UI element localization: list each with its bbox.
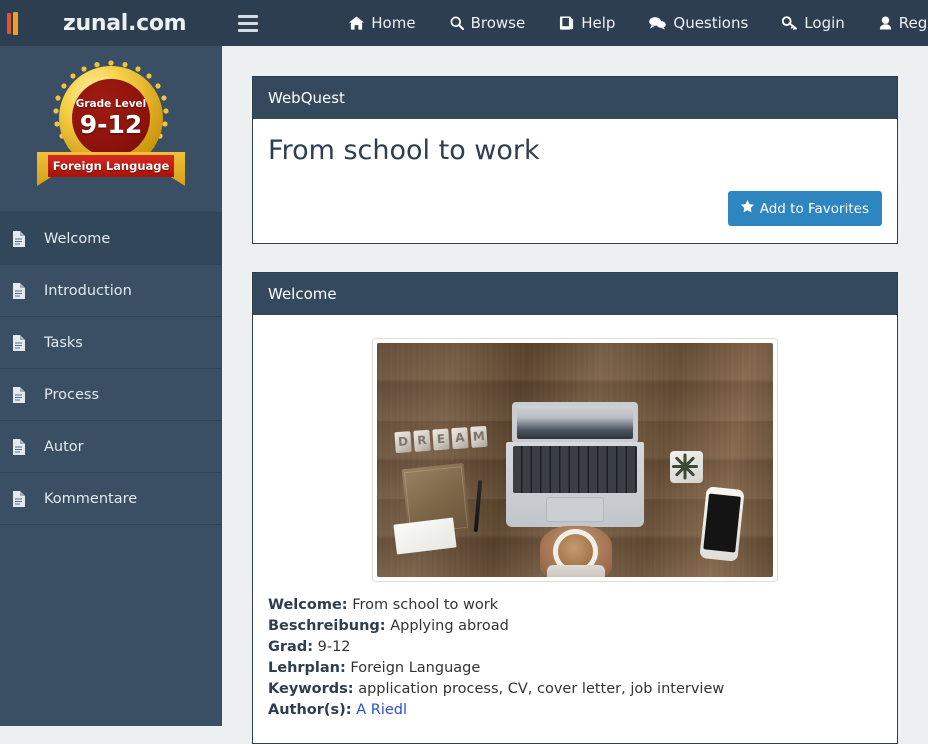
file-icon: [12, 386, 38, 403]
nav-item-questions-label: Questions: [673, 14, 749, 32]
meta-label-beschreibung: Beschreibung:: [268, 618, 386, 635]
meta-row-beschreibung: Beschreibung: Applying abroad: [268, 616, 882, 637]
webquest-panel: WebQuest From school to work Add to Favo…: [252, 76, 898, 245]
sidebar-item-process-label: Process: [44, 386, 100, 403]
book-logo-icon: [6, 10, 40, 36]
search-icon: [450, 16, 464, 30]
meta-label-lehrplan: Lehrplan:: [268, 660, 346, 677]
welcome-panel-body: DREAM Welcome: From school to work Besch…: [253, 315, 897, 742]
nav-item-help-label: Help: [581, 14, 616, 32]
book-icon: [559, 16, 574, 30]
sidebar-item-tasks[interactable]: Tasks: [0, 317, 222, 369]
user-icon: [879, 16, 892, 30]
meta-label-welcome: Welcome:: [268, 597, 348, 614]
sidebar-item-autor[interactable]: Autor: [0, 421, 222, 473]
sidebar-item-introduction-label: Introduction: [44, 282, 132, 299]
author-link[interactable]: A Riedl: [356, 702, 407, 718]
nav-item-questions[interactable]: Questions: [632, 0, 765, 46]
seal-center: Grade Level 9-12: [72, 79, 150, 157]
nav-item-login[interactable]: Login: [765, 0, 861, 46]
grade-level-label: Grade Level: [75, 98, 147, 111]
sidebar-item-tasks-label: Tasks: [44, 334, 83, 351]
dream-letters: DREAM: [394, 426, 488, 454]
key-icon: [782, 16, 798, 30]
nav-item-home-label: Home: [371, 14, 416, 32]
welcome-image-frame: DREAM: [372, 338, 778, 583]
meta-row-keywords: Keywords: application process, CV, cover…: [268, 679, 882, 700]
welcome-panel: Welcome DREAM Welcome: From school to wo…: [252, 272, 898, 744]
sidebar-item-welcome-label: Welcome: [44, 230, 111, 247]
nav-item-register-label: Register: [898, 14, 928, 32]
sidebar-item-autor-label: Autor: [44, 438, 84, 455]
meta-value-lehrplan: Foreign Language: [350, 660, 481, 677]
meta-label-grad: Grad:: [268, 639, 314, 656]
sidebar-item-introduction[interactable]: Introduction: [0, 265, 222, 317]
welcome-panel-header: Welcome: [253, 273, 897, 316]
sidebar: Grade Level 9-12 Foreign Language Welcom…: [0, 46, 222, 726]
file-icon: [12, 490, 38, 507]
add-to-favorites-button[interactable]: Add to Favorites: [727, 191, 882, 227]
subject-ribbon: Foreign Language: [37, 152, 185, 192]
sidebar-menu: Welcome Introduction Tasks Process Autor: [0, 212, 222, 525]
meta-label-keywords: Keywords:: [268, 680, 354, 697]
meta-value-grad: 9-12: [317, 639, 351, 656]
grade-level-value: 9-12: [79, 109, 143, 139]
brand-name[interactable]: zunal.com: [63, 11, 187, 36]
top-navbar: zunal.com Home Browse Help Questions Log…: [0, 0, 928, 46]
meta-row-grad: Grad: 9-12: [268, 637, 882, 658]
nav-item-login-label: Login: [804, 14, 845, 32]
file-icon: [12, 334, 38, 351]
file-icon: [12, 282, 38, 299]
meta-value-beschreibung: Applying abroad: [390, 618, 509, 635]
meta-row-welcome: Welcome: From school to work: [268, 595, 882, 616]
comments-icon: [649, 16, 667, 30]
file-icon: [12, 438, 38, 455]
subject-label: Foreign Language: [52, 159, 170, 173]
sidebar-item-welcome[interactable]: Welcome: [0, 213, 222, 265]
sidebar-item-kommentare[interactable]: Kommentare: [0, 473, 222, 525]
desk-flatlay-photo: DREAM: [377, 343, 773, 578]
nav-item-help[interactable]: Help: [542, 0, 632, 46]
star-icon: [740, 200, 754, 217]
hamburger-icon[interactable]: [238, 12, 259, 34]
nav-item-browse-label: Browse: [470, 14, 526, 32]
file-icon: [12, 230, 38, 247]
meta-row-authors: Author(s): A Riedl: [268, 700, 882, 721]
add-to-favorites-label: Add to Favorites: [759, 200, 869, 217]
nav-item-browse[interactable]: Browse: [433, 0, 543, 46]
webquest-metadata: Welcome: From school to work Beschreibun…: [268, 595, 882, 720]
nav-item-register[interactable]: Register: [862, 0, 928, 46]
grade-badge: Grade Level 9-12 Foreign Language: [0, 46, 222, 212]
sidebar-item-process[interactable]: Process: [0, 369, 222, 421]
page-title: From school to work: [268, 135, 540, 166]
brand-logo[interactable]: [0, 0, 46, 46]
home-icon: [349, 16, 365, 30]
sidebar-item-kommentare-label: Kommentare: [44, 490, 138, 507]
favorites-row: Add to Favorites: [268, 191, 882, 227]
webquest-panel-body: From school to work Add to Favorites: [253, 119, 897, 243]
nav-links: Home Browse Help Questions Login Reg: [332, 0, 928, 46]
meta-value-keywords: application process, CV, cover letter, j…: [358, 680, 725, 697]
meta-value-welcome: From school to work: [352, 597, 499, 614]
meta-label-authors: Author(s):: [268, 701, 352, 718]
nav-item-home[interactable]: Home: [332, 0, 432, 46]
meta-row-lehrplan: Lehrplan: Foreign Language: [268, 658, 882, 679]
main-content: WebQuest From school to work Add to Favo…: [222, 46, 928, 744]
webquest-panel-header: WebQuest: [253, 77, 897, 119]
